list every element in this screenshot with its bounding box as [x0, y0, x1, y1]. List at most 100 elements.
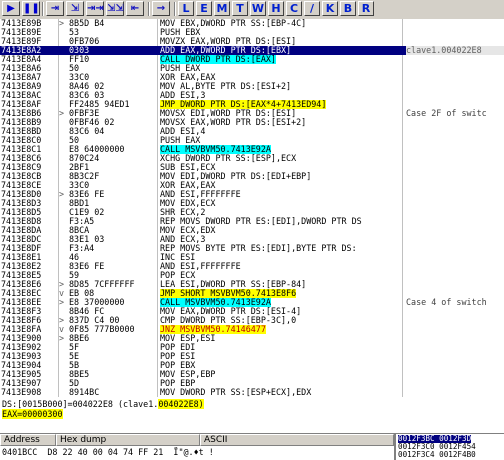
disasm-command-cell: PUSH EBX: [160, 28, 396, 37]
disasm-hex: 8BE5: [69, 369, 90, 379]
references-button[interactable]: R: [358, 1, 374, 16]
disasm-command-cell: POP ECX: [160, 271, 396, 280]
info-pane: DS:[0015B000]=004022E8 (clave1.004022E8)…: [0, 397, 504, 434]
jump-indicator: >: [59, 189, 65, 199]
disasm-command-cell: JMP SHORT MSVBVM50.7413E8F6: [160, 289, 396, 298]
breakpoints-button[interactable]: B: [340, 1, 356, 16]
disassembly-pane[interactable]: 7413E89B >8B5D B4 MOV EBX,DWORD PTR SS:[EB…: [0, 19, 504, 398]
disasm-hex: 8914BC: [69, 387, 100, 397]
dump-address-header[interactable]: Address: [0, 434, 56, 446]
disasm-command-cell: CALL MSVBVM50.7413E92A: [160, 145, 396, 154]
patches-button[interactable]: /: [304, 1, 320, 16]
disasm-command-cell: XCHG DWORD PTR SS:[ESP],ECX: [160, 154, 396, 163]
info-line-2: EAX=00000300: [2, 409, 63, 419]
pause-button[interactable]: ❚❚: [22, 1, 40, 16]
disasm-command-cell: SHR ECX,2: [160, 208, 396, 217]
trace-over-button[interactable]: ⇲⇲: [106, 1, 124, 16]
disasm-command-cell: MOVSX EAX,WORD PTR DS:[ESI+2]: [160, 118, 396, 127]
log-window-button[interactable]: L: [178, 1, 194, 16]
disasm-command: MOV DWORD PTR SS:[ESP+ECX],EDX: [160, 388, 312, 397]
disasm-command-cell: POP EBX: [160, 361, 396, 370]
cpu-button[interactable]: C: [286, 1, 302, 16]
disasm-command: MOV ESP,EBP: [160, 370, 216, 379]
disasm-command: SHR ECX,2: [160, 208, 206, 217]
disasm-command: ADD ESI,3: [160, 91, 206, 100]
disasm-command: CALL MSVBVM50.7413E92A: [160, 145, 271, 154]
execute-till-return-button[interactable]: ⇤: [126, 1, 144, 16]
disasm-command-cell: PUSH EAX: [160, 64, 396, 73]
disasm-command: AND ESI,FFFFFFFE: [160, 262, 241, 271]
disasm-command-cell: JMP DWORD PTR DS:[EAX*4+7413ED94]: [160, 100, 396, 109]
disasm-comment: clave1.004022E8: [406, 46, 504, 55]
disasm-command-cell: POP EDI: [160, 343, 396, 352]
step-over-button[interactable]: ⇲: [66, 1, 84, 16]
disasm-command: MOV ESP,ESI: [160, 334, 216, 343]
disasm-command-cell: MOV EAX,DWORD PTR DS:[ESI-4]: [160, 307, 396, 316]
disasm-command: INC ESI: [160, 253, 196, 262]
disasm-command: JMP SHORT MSVBVM50.7413E8F6: [160, 289, 297, 298]
disasm-hex: 8B5D B4: [69, 19, 105, 28]
disasm-command-cell: AND ECX,3: [160, 235, 396, 244]
disasm-command: REP MOVS BYTE PTR ES:[EDI],BYTE PTR DS:: [160, 244, 357, 253]
disasm-command-cell: XOR EAX,EAX: [160, 181, 396, 190]
disasm-hex: FF10: [69, 54, 90, 64]
disasm-command: CALL MSVBVM50.7413E92A: [160, 298, 271, 307]
disasm-command-cell: MOV DWORD PTR SS:[ESP+ECX],EDX: [160, 388, 396, 397]
disasm-hex: 8BE6: [69, 333, 90, 343]
disasm-command-cell: JNZ MSVBVM50.74146477: [160, 325, 396, 334]
windows-button[interactable]: W: [250, 1, 266, 16]
disasm-command: SUB ESI,ECX: [160, 163, 216, 172]
disasm-command-cell: ADD EAX,DWORD PTR DS:[EBX]: [160, 46, 396, 55]
disasm-command: POP EBX: [160, 361, 196, 370]
dump-line: 0401BCC D8 22 40 00 04 74 FF 21 Ï"@.♦t !: [2, 447, 214, 457]
disasm-comment: Case 2F of switc: [406, 109, 487, 118]
memory-map-button[interactable]: M: [214, 1, 230, 16]
disasm-command-cell: CALL DWORD PTR DS:[EAX]: [160, 55, 396, 64]
disasm-command-cell: REP MOVS BYTE PTR ES:[EDI],BYTE PTR DS:: [160, 244, 396, 253]
go-to-button[interactable]: →: [152, 1, 170, 16]
jump-indicator: >: [59, 108, 65, 118]
disasm-command: AND ESI,FFFFFFFE: [160, 190, 241, 199]
info-line-1: DS:[0015B000]=004022E8 (clave1.004022E8): [2, 399, 204, 409]
stack-pane[interactable]: 0012F3BC 0012F3D 0012F3C0 0012F454 0012F…: [394, 434, 504, 460]
stack-row[interactable]: 0012F3C4 0012F4B0: [398, 451, 476, 459]
trace-into-button[interactable]: ⇥⇥: [86, 1, 104, 16]
jump-indicator: >: [59, 297, 65, 307]
threads-button[interactable]: T: [232, 1, 248, 16]
disasm-command-cell: AND ESI,FFFFFFFE: [160, 190, 396, 199]
disasm-command: ADD EAX,DWORD PTR DS:[EBX]: [160, 46, 292, 55]
disasm-command-cell: MOV EDX,ECX: [160, 199, 396, 208]
disasm-command: REP MOVS DWORD PTR ES:[EDI],DWORD PTR DS: [160, 217, 362, 226]
dump-ascii-header[interactable]: ASCII: [200, 434, 394, 446]
disasm-command-cell: ADD ESI,4: [160, 127, 396, 136]
call-stack-button[interactable]: K: [322, 1, 338, 16]
run-button[interactable]: ▶: [2, 1, 20, 16]
disasm-command-cell: POP EBP: [160, 379, 396, 388]
disasm-command: CMP DWORD PTR SS:[EBP-3C],0: [160, 316, 297, 325]
disasm-row[interactable]: 7413E908 8914BC MOV DWORD PTR SS:[ESP+ECX]…: [0, 388, 504, 397]
disasm-address: 7413E908: [1, 387, 42, 397]
disasm-command-cell: LEA ESI,DWORD PTR SS:[EBP-84]: [160, 280, 396, 289]
disasm-command-cell: INC ESI: [160, 253, 396, 262]
disasm-command: POP ESI: [160, 352, 196, 361]
disasm-command: CALL DWORD PTR DS:[EAX]: [160, 55, 276, 64]
disasm-command: POP EBP: [160, 379, 196, 388]
disasm-command: AND ECX,3: [160, 235, 206, 244]
disasm-command: PUSH EAX: [160, 136, 201, 145]
disasm-hex: 5F: [69, 342, 80, 352]
disasm-hex: 83E6 FE: [69, 261, 105, 271]
handles-button[interactable]: H: [268, 1, 284, 16]
disasm-comment: Case 4 of switch: [406, 298, 487, 307]
disasm-command: MOV EDI,DWORD PTR DS:[EDI+EBP]: [160, 172, 312, 181]
disasm-command-cell: SUB ESI,ECX: [160, 163, 396, 172]
disasm-command: MOV EBX,DWORD PTR SS:[EBP-4C]: [160, 19, 307, 28]
jump-indicator: >: [59, 333, 65, 343]
dump-hex-header[interactable]: Hex dump: [56, 434, 200, 446]
disasm-command: XOR EAX,EAX: [160, 73, 216, 82]
disasm-hex: F3:A4: [69, 243, 95, 253]
executable-modules-button[interactable]: E: [196, 1, 212, 16]
disasm-command-cell: PUSH EAX: [160, 136, 396, 145]
step-into-button[interactable]: ⇥: [46, 1, 64, 16]
disasm-command-cell: AND ESI,FFFFFFFE: [160, 262, 396, 271]
hex-dump-pane[interactable]: Address Hex dump ASCII 0401BCC D8 22 40 …: [0, 434, 394, 460]
